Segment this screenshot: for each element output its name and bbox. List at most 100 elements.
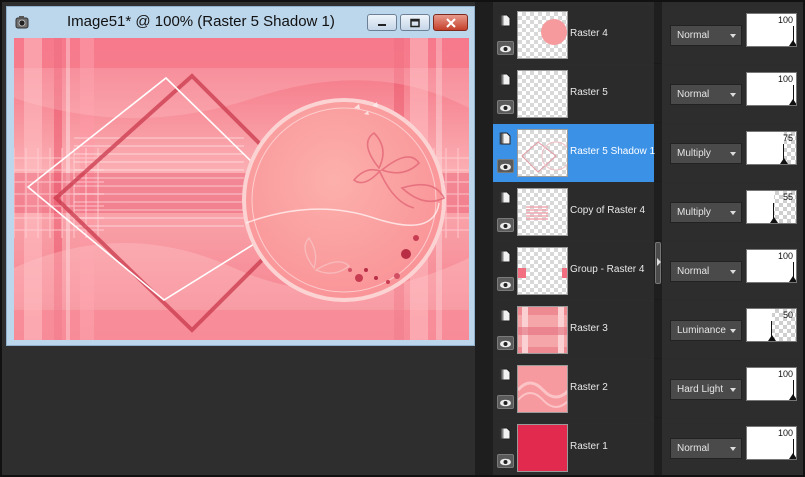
- minimize-button[interactable]: [367, 14, 397, 31]
- layer-row-selected[interactable]: Raster 5 Shadow 1 Multiply 75: [493, 124, 803, 182]
- blend-mode-select[interactable]: Hard Light: [670, 379, 742, 400]
- minimize-icon: [378, 23, 386, 26]
- layer-type-icon: [499, 132, 511, 145]
- layer-properties: Multiply 75: [662, 124, 803, 182]
- layer-row[interactable]: Raster 5 Normal 100: [493, 65, 803, 123]
- opacity-marker[interactable]: [789, 40, 796, 46]
- blend-mode-select[interactable]: Normal: [670, 84, 742, 105]
- eye-icon[interactable]: [497, 395, 514, 409]
- layer-name: Raster 5: [570, 87, 608, 98]
- opacity-slider[interactable]: 100: [746, 426, 797, 460]
- layer-name: Group - Raster 4: [570, 264, 645, 275]
- layer-thumbnail: [517, 70, 568, 118]
- layer-row[interactable]: Raster 2 Hard Light 100: [493, 360, 803, 418]
- layer-name-cell[interactable]: Raster 4: [493, 6, 654, 64]
- blend-mode-select[interactable]: Normal: [670, 25, 742, 46]
- palette-rail: [475, 2, 493, 475]
- layer-name-cell[interactable]: Raster 5: [493, 65, 654, 123]
- opacity-marker[interactable]: [767, 335, 776, 341]
- opacity-slider[interactable]: 100: [746, 13, 797, 47]
- opacity-marker[interactable]: [779, 158, 788, 164]
- opacity-slider[interactable]: 50: [746, 308, 797, 342]
- opacity-marker[interactable]: [789, 394, 796, 400]
- opacity-value: 100: [777, 74, 793, 84]
- layer-type-icon: [499, 309, 511, 322]
- opacity-slider[interactable]: 100: [746, 367, 797, 401]
- opacity-value: 100: [777, 428, 793, 438]
- blend-mode-select[interactable]: Multiply: [670, 143, 742, 164]
- layer-row[interactable]: Copy of Raster 4 Multiply 55: [493, 183, 803, 241]
- blend-mode-value: Normal: [677, 89, 710, 100]
- document-window[interactable]: Image51* @ 100% (Raster 5 Shadow 1): [6, 6, 475, 346]
- layer-properties: Multiply 55: [662, 183, 803, 241]
- blend-mode-value: Normal: [677, 266, 710, 277]
- opacity-slider[interactable]: 75: [746, 131, 797, 165]
- layer-name-cell[interactable]: Raster 2: [493, 360, 654, 418]
- layer-name: Raster 2: [570, 382, 608, 393]
- blend-mode-select[interactable]: Luminance: [670, 320, 742, 341]
- eye-icon[interactable]: [497, 218, 514, 232]
- layers-palette: Raster 4 Normal 100 Raster 5 Normal 100 …: [475, 2, 803, 475]
- layer-row[interactable]: Group - Raster 4 Normal 100: [493, 242, 803, 300]
- document-title-bar[interactable]: Image51* @ 100% (Raster 5 Shadow 1): [7, 7, 474, 37]
- layer-properties: Normal 100: [662, 6, 803, 64]
- layer-name: Raster 4: [570, 28, 608, 39]
- layer-type-icon: [499, 191, 511, 204]
- blend-mode-select[interactable]: Normal: [670, 438, 742, 459]
- app-frame: Image51* @ 100% (Raster 5 Shadow 1) Rast…: [0, 0, 805, 477]
- layer-thumbnail: [517, 247, 568, 295]
- eye-icon[interactable]: [497, 277, 514, 291]
- layer-row[interactable]: Raster 4 Normal 100: [493, 6, 803, 64]
- raster1-fill: [518, 425, 567, 471]
- opacity-slider[interactable]: 100: [746, 72, 797, 106]
- image-canvas[interactable]: [14, 38, 469, 340]
- layer-properties: Normal 100: [662, 419, 803, 475]
- layer-type-icon: [499, 14, 511, 27]
- close-icon: [445, 17, 456, 28]
- layer-thumbnail: [517, 11, 568, 59]
- layer-properties: Hard Light 100: [662, 360, 803, 418]
- layer-thumbnail: [517, 129, 568, 177]
- eye-icon[interactable]: [497, 454, 514, 468]
- layer-row[interactable]: Raster 3 Luminance 50: [493, 301, 803, 359]
- layer-thumbnail: [517, 188, 568, 236]
- layer-name: Raster 5 Shadow 1: [570, 146, 656, 157]
- layer-name-cell[interactable]: Raster 3: [493, 301, 654, 359]
- layer-name: Copy of Raster 4: [570, 205, 646, 216]
- blend-mode-select[interactable]: Normal: [670, 261, 742, 282]
- close-button[interactable]: [433, 14, 468, 31]
- layer-thumbnail: [517, 306, 568, 354]
- eye-icon[interactable]: [497, 336, 514, 350]
- opacity-value: 100: [777, 251, 793, 261]
- layer-name-cell[interactable]: Group - Raster 4: [493, 242, 654, 300]
- opacity-marker[interactable]: [789, 453, 796, 459]
- layer-name: Raster 1: [570, 441, 608, 452]
- opacity-marker[interactable]: [789, 99, 796, 105]
- opacity-slider[interactable]: 55: [746, 190, 797, 224]
- opacity-slider[interactable]: 100: [746, 249, 797, 283]
- layer-thumbnail: [517, 365, 568, 413]
- layer-type-icon: [499, 427, 511, 440]
- opacity-marker[interactable]: [789, 276, 796, 282]
- blend-mode-select[interactable]: Multiply: [670, 202, 742, 223]
- opacity-marker[interactable]: [769, 217, 778, 223]
- layer-row[interactable]: Raster 1 Normal 100: [493, 419, 803, 475]
- layer-properties: Luminance 50: [662, 301, 803, 359]
- eye-icon[interactable]: [497, 100, 514, 114]
- blend-mode-value: Luminance: [677, 325, 726, 336]
- maximize-button[interactable]: [400, 14, 430, 31]
- maximize-icon: [410, 18, 420, 27]
- blend-mode-value: Multiply: [677, 207, 711, 218]
- layer-name: Raster 3: [570, 323, 608, 334]
- layer-name-cell[interactable]: Raster 1: [493, 419, 654, 475]
- blend-mode-value: Normal: [677, 443, 710, 454]
- layer-name-cell[interactable]: Copy of Raster 4: [493, 183, 654, 241]
- layer-name-cell[interactable]: Raster 5 Shadow 1: [493, 124, 656, 182]
- blend-mode-value: Normal: [677, 30, 710, 41]
- document-title: Image51* @ 100% (Raster 5 Shadow 1): [67, 13, 335, 30]
- opacity-value: 100: [777, 369, 793, 379]
- eye-icon[interactable]: [497, 159, 514, 173]
- layer-properties: Normal 100: [662, 242, 803, 300]
- eye-icon[interactable]: [497, 41, 514, 55]
- layer-type-icon: [499, 250, 511, 263]
